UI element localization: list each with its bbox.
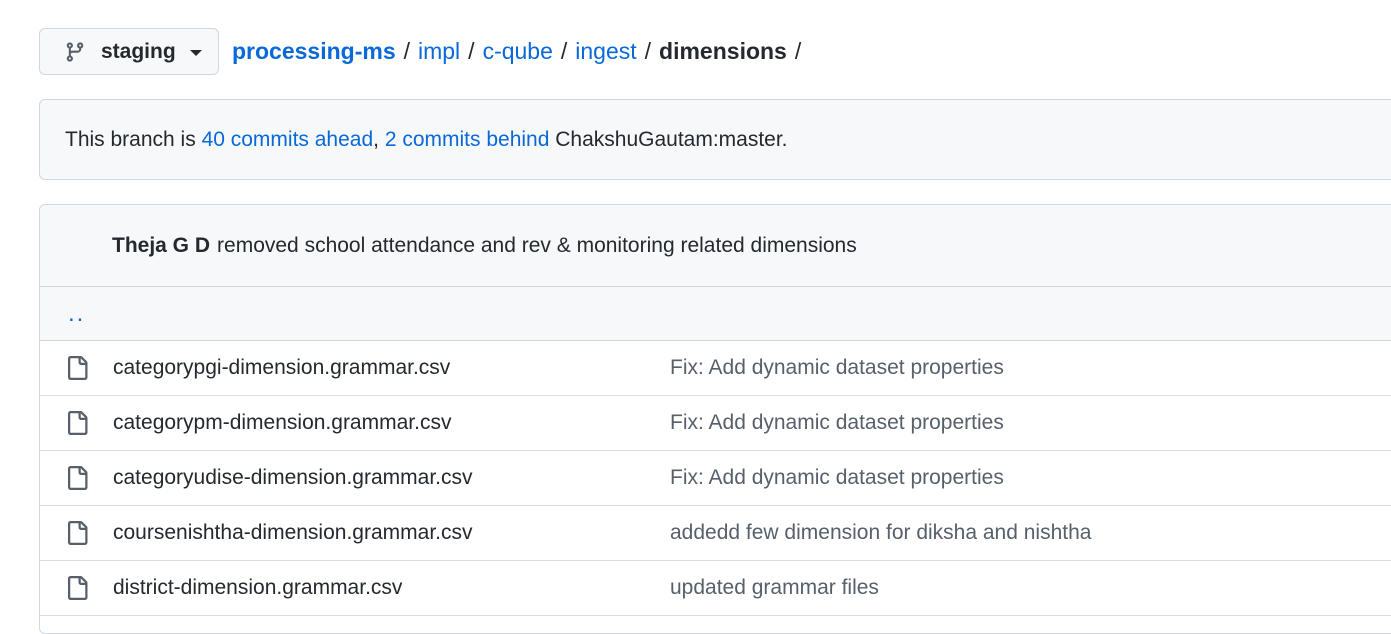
file-icon: [68, 356, 88, 380]
file-name-link[interactable]: categorypgi-dimension.grammar.csv: [113, 356, 670, 380]
file-commit-message-link[interactable]: updated grammar files: [670, 576, 879, 600]
breadcrumb-separator: /: [560, 38, 568, 64]
file-commit-message-link[interactable]: addedd few dimension for diksha and nish…: [670, 521, 1091, 545]
notice-suffix: ChakshuGautam:master.: [549, 127, 788, 151]
breadcrumb-separator: /: [468, 38, 475, 64]
latest-commit-header: Theja G D removed school attendance and …: [40, 205, 1391, 287]
parent-directory-link[interactable]: ..: [40, 287, 1391, 341]
file-row: coursenishtha-dimension.grammar.csv adde…: [40, 506, 1391, 561]
branch-label: staging: [101, 39, 176, 63]
notice-prefix: This branch is: [65, 127, 202, 151]
file-icon: [68, 576, 88, 600]
repo-topbar: staging processing-ms / impl / c-qube / …: [39, 28, 809, 75]
file-name-link[interactable]: categorypm-dimension.grammar.csv: [113, 411, 670, 435]
breadcrumb-link-ingest[interactable]: ingest: [575, 38, 636, 65]
file-row: categoryudise-dimension.grammar.csv Fix:…: [40, 451, 1391, 506]
notice-comma: ,: [373, 127, 385, 151]
file-list: Theja G D removed school attendance and …: [39, 204, 1391, 634]
file-commit-message-link[interactable]: Fix: Add dynamic dataset properties: [670, 466, 1004, 490]
parent-directory-label[interactable]: ..: [68, 300, 85, 328]
file-name-link[interactable]: categoryudise-dimension.grammar.csv: [113, 466, 670, 490]
file-icon: [68, 521, 88, 545]
commits-behind-link[interactable]: 2 commits behind: [385, 128, 550, 152]
file-row: categorypm-dimension.grammar.csv Fix: Ad…: [40, 396, 1391, 451]
git-branch-icon: [66, 41, 84, 62]
file-name-link[interactable]: coursenishtha-dimension.grammar.csv: [113, 521, 670, 545]
file-icon: [68, 466, 88, 490]
file-commit-message-link[interactable]: Fix: Add dynamic dataset properties: [670, 356, 1004, 380]
commits-ahead-link[interactable]: 40 commits ahead: [202, 128, 374, 152]
breadcrumb-separator: /: [403, 38, 410, 64]
branch-comparison-notice: This branch is 40 commits ahead , 2 comm…: [39, 99, 1391, 180]
breadcrumb-separator: /: [644, 38, 652, 64]
commit-message[interactable]: removed school attendance and rev & moni…: [217, 234, 857, 258]
file-commit-message-link[interactable]: Fix: Add dynamic dataset properties: [670, 411, 1004, 435]
commit-author[interactable]: Theja G D: [112, 234, 210, 258]
file-name-link[interactable]: district-dimension.grammar.csv: [113, 576, 670, 600]
chevron-down-icon: [189, 50, 202, 56]
branch-selector-button[interactable]: staging: [39, 28, 219, 75]
breadcrumb-link-impl[interactable]: impl: [418, 38, 460, 65]
breadcrumb-separator: /: [794, 38, 802, 64]
breadcrumb: processing-ms / impl / c-qube / ingest /…: [232, 38, 809, 65]
file-row: district-dimension.grammar.csv updated g…: [40, 561, 1391, 616]
file-icon: [68, 411, 88, 435]
breadcrumb-link-c-qube[interactable]: c-qube: [483, 38, 553, 65]
file-row: categorypgi-dimension.grammar.csv Fix: A…: [40, 341, 1391, 396]
breadcrumb-current: dimensions: [659, 38, 787, 64]
breadcrumb-repo-link[interactable]: processing-ms: [232, 38, 396, 65]
